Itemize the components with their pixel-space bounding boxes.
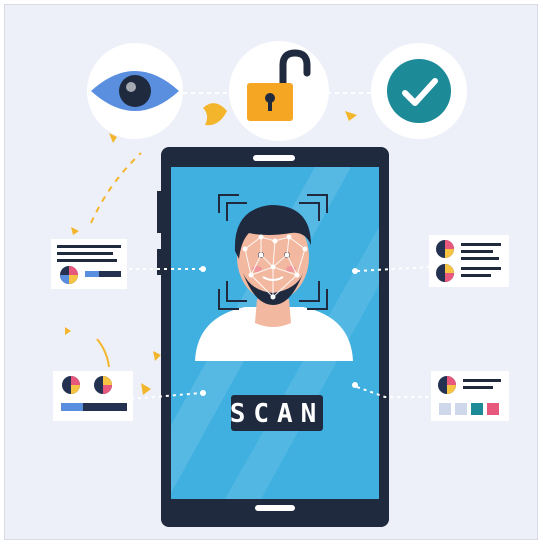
checkmark-icon — [387, 59, 451, 123]
face-scan-illustration: SCAN — [51, 41, 509, 527]
pie-chart-icon — [438, 376, 456, 394]
pie-chart-icon — [436, 264, 454, 282]
info-card-left-top — [51, 239, 127, 289]
info-card-left-bottom — [53, 371, 133, 421]
lock-badge — [229, 41, 329, 141]
illustration-frame: SCAN — [4, 4, 538, 540]
pie-chart-icon — [62, 376, 80, 394]
check-badge — [371, 43, 467, 139]
pie-chart-icon — [60, 266, 78, 284]
info-card-right-top — [429, 235, 509, 287]
pie-chart-icon — [436, 240, 454, 258]
info-card-right-bottom — [431, 371, 509, 421]
pie-chart-icon — [94, 376, 112, 394]
eye-badge — [87, 43, 183, 139]
scan-button[interactable]: SCAN — [230, 395, 325, 431]
scan-button-label: SCAN — [230, 399, 325, 429]
